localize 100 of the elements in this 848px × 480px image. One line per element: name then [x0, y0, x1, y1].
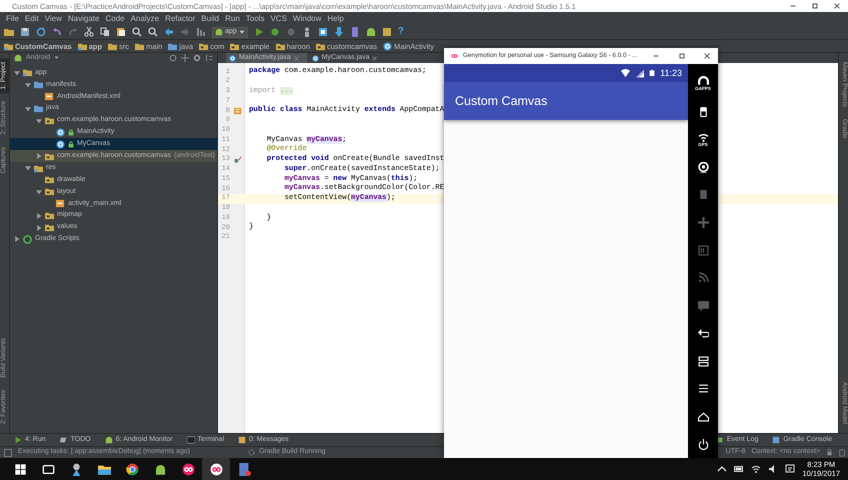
recent-apps-icon[interactable]: [698, 356, 708, 367]
help-button[interactable]: ?: [398, 26, 404, 38]
android-icon[interactable]: [154, 462, 166, 476]
folder-icon: [316, 42, 325, 50]
webcam-icon[interactable]: [698, 162, 708, 173]
menu-item[interactable]: File: [3, 14, 22, 24]
battery-icon[interactable]: [734, 464, 744, 474]
class-icon: [382, 42, 392, 50]
battery-icon: [649, 68, 656, 78]
chevron-up-icon[interactable]: [717, 464, 728, 474]
caret-icon: [238, 29, 245, 35]
signal-waves-icon[interactable]: [698, 132, 708, 143]
collapsed-arrow-icon[interactable]: [36, 153, 42, 160]
maximize-icon[interactable]: [811, 2, 819, 10]
back-icon[interactable]: [698, 328, 708, 339]
play-icon: [14, 436, 22, 444]
tag-icon: [60, 436, 68, 444]
menu-item[interactable]: Navigate: [64, 14, 102, 24]
lock-icon: [68, 128, 74, 136]
folder-icon: [4, 42, 13, 50]
menu-item[interactable]: Edit: [22, 14, 42, 24]
download-icon[interactable]: [334, 27, 344, 37]
close-icon[interactable]: [703, 52, 712, 60]
loop-logo-icon[interactable]: [210, 462, 222, 476]
undo-icon[interactable]: [52, 27, 62, 37]
home-icon[interactable]: [698, 410, 708, 422]
loop-logo-icon: [450, 53, 459, 59]
folder-icon: [135, 42, 144, 50]
signal-icon: [636, 68, 644, 78]
search-icon[interactable]: [148, 27, 158, 37]
android-icon: [14, 54, 22, 62]
sync-icon[interactable]: [36, 27, 46, 37]
collapse-icon[interactable]: [205, 54, 213, 62]
wifi-icon[interactable]: [751, 464, 762, 474]
square-icon[interactable]: [318, 27, 328, 37]
terminal-icon: [186, 436, 195, 444]
console-icon: [772, 436, 780, 444]
folder-icon: [34, 104, 43, 114]
round-app-icon[interactable]: [126, 462, 138, 476]
power-icon[interactable]: [698, 438, 708, 450]
headphones-icon[interactable]: [698, 76, 708, 88]
bars-icon[interactable]: [196, 27, 206, 37]
battery-icon[interactable]: [698, 106, 708, 118]
folder-icon: [45, 152, 54, 161]
bug-icon[interactable]: [270, 27, 280, 37]
menu-item[interactable]: Run: [222, 14, 243, 24]
split-icon[interactable]: [181, 54, 189, 62]
document-icon[interactable]: [238, 462, 250, 476]
folder-icon: [78, 42, 87, 50]
class-icon: [229, 54, 236, 62]
menu-item[interactable]: View: [42, 14, 65, 24]
folder-icon: [199, 42, 208, 50]
task-view-icon[interactable]: [42, 462, 54, 476]
folder-icon: [34, 80, 43, 90]
cut-icon[interactable]: [84, 27, 94, 37]
phone-icon[interactable]: [350, 27, 360, 37]
folder-icon: [45, 211, 54, 220]
caret-icon: [54, 55, 60, 60]
folder-icon: [45, 116, 54, 125]
android-icon: [104, 436, 113, 444]
android-icon[interactable]: [366, 27, 376, 37]
copy-icon[interactable]: [100, 27, 110, 37]
target-icon[interactable]: [169, 54, 177, 62]
expanded-arrow-icon[interactable]: [24, 165, 30, 172]
wifi-icon: [620, 68, 632, 78]
expanded-arrow-icon[interactable]: [36, 188, 42, 195]
folder-icon: [23, 68, 32, 78]
gear-icon[interactable]: [193, 54, 201, 62]
note-icon: [238, 436, 246, 444]
menu-item[interactable]: Refactor: [162, 14, 198, 24]
spinner-icon: [248, 448, 255, 456]
menu-item[interactable]: Build: [198, 14, 222, 24]
left-arrow-icon[interactable]: [164, 27, 174, 37]
menu-item[interactable]: Help: [324, 14, 347, 24]
menu-icon[interactable]: [698, 383, 708, 394]
play-icon[interactable]: [254, 27, 264, 37]
loop-logo-icon[interactable]: [182, 462, 194, 476]
lock-icon: [68, 140, 74, 148]
menu-item[interactable]: Code: [102, 14, 128, 24]
status-time: 11:23: [660, 68, 682, 78]
box-icon[interactable]: [382, 27, 392, 37]
menu-item[interactable]: VCS: [267, 14, 290, 24]
paste-icon[interactable]: [116, 27, 126, 37]
folder-icon: [168, 42, 178, 50]
collapsed-arrow-icon[interactable]: [14, 236, 20, 242]
menu-item[interactable]: Tools: [242, 14, 268, 24]
menu-item[interactable]: Window: [290, 14, 324, 24]
folder-icon[interactable]: [98, 462, 110, 476]
windows-logo-icon[interactable]: [14, 462, 26, 476]
folder-icon: [230, 42, 240, 50]
folder-icon: [45, 223, 54, 232]
folder-icon: [45, 175, 54, 184]
search-icon[interactable]: [132, 27, 142, 37]
android-icon: [215, 28, 223, 36]
folder-icon: [276, 42, 285, 50]
message-icon[interactable]: [785, 464, 796, 474]
menu-item[interactable]: Analyze: [128, 14, 162, 24]
close-icon[interactable]: [833, 2, 841, 10]
maximize-icon[interactable]: [678, 52, 686, 60]
xml-file-icon: [56, 199, 65, 208]
